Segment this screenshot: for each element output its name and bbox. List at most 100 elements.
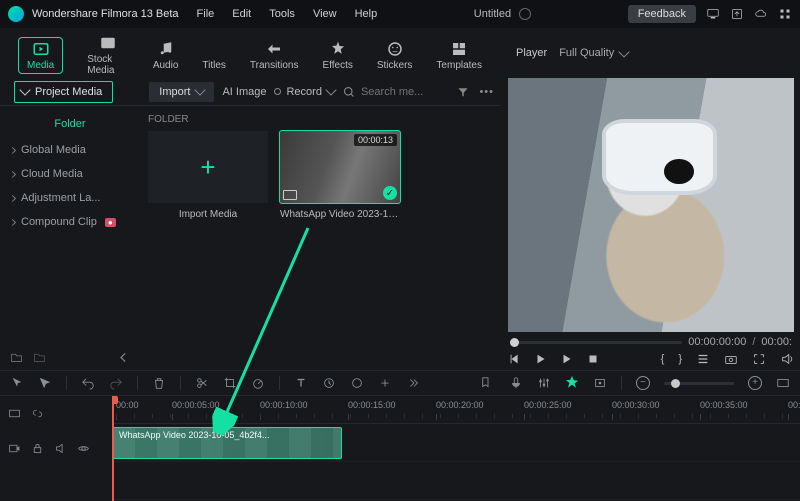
sidebar-item-adjustment-layer[interactable]: Adjustment La... [0,186,140,210]
delete-icon[interactable] [152,376,166,390]
tab-audio[interactable]: Audio [153,40,179,71]
crop-icon[interactable] [223,376,237,390]
player-total-timecode: 00:00: [761,336,792,348]
tab-stickers[interactable]: Stickers [377,40,413,71]
zoom-out-button[interactable]: − [636,376,650,390]
import-media-caption: Import Media [148,203,268,220]
adjust-icon[interactable] [378,376,392,390]
text-tool-icon[interactable] [294,376,308,390]
search-input[interactable] [361,86,431,98]
stop-icon[interactable] [586,352,600,366]
menu-tools[interactable]: Tools [269,8,295,20]
player-progress-slider[interactable] [510,341,682,344]
video-track-1[interactable]: WhatsApp Video 2023-10-05_4b2f4... [112,424,800,462]
import-label: Import [159,86,190,98]
prev-frame-icon[interactable] [508,352,522,366]
play-icon[interactable] [560,352,574,366]
tab-stickers-label: Stickers [377,60,413,71]
marker-icon[interactable] [481,376,495,390]
project-media-dropdown[interactable]: Project Media [14,81,113,103]
mixer-icon[interactable] [537,376,551,390]
redo-icon[interactable] [109,376,123,390]
undo-icon[interactable] [81,376,95,390]
rename-icon[interactable] [519,8,531,20]
record-button[interactable]: Record [274,86,334,98]
document-title: Untitled [474,8,511,20]
sidebar-item-global-media[interactable]: Global Media [0,138,140,162]
mark-in-icon[interactable]: { [661,353,665,365]
ai-tools-icon[interactable] [565,375,579,389]
list-icon[interactable] [696,352,710,366]
timeline-clip[interactable]: WhatsApp Video 2023-10-05_4b2f4... [112,427,342,459]
chevron-down-icon [325,84,336,95]
menu-view[interactable]: View [313,8,337,20]
tab-effects[interactable]: Effects [322,40,352,71]
player-quality-select[interactable]: Full Quality [559,47,628,59]
cloud-icon[interactable] [754,8,768,20]
chevron-down-icon [619,46,630,57]
ai-image-button[interactable]: AI Image [222,86,266,98]
fullscreen-icon[interactable] [752,352,766,366]
more-tools-icon[interactable] [406,376,420,390]
sidebar-item-compound-clip[interactable]: Compound Clip● [0,210,140,234]
record-icon [274,88,281,95]
mute-icon[interactable] [54,442,67,455]
tab-media[interactable]: Media [18,37,63,74]
import-media-tile[interactable]: + [148,131,268,203]
import-button[interactable]: Import [149,82,214,102]
menu-file[interactable]: File [197,8,215,20]
playhead[interactable] [112,396,114,501]
monitor-icon[interactable] [706,8,720,20]
tab-transitions[interactable]: Transitions [250,40,299,71]
more-icon[interactable]: ••• [479,86,494,98]
track-link-icon[interactable] [31,407,44,420]
save-cloud-icon[interactable] [730,8,744,20]
sidebar-item-label: Cloud Media [21,168,83,180]
render-icon[interactable] [593,376,607,390]
filter-icon[interactable] [457,86,469,98]
search-icon [343,86,355,98]
split-icon[interactable] [195,376,209,390]
speed-icon[interactable] [251,376,265,390]
chevron-right-icon [9,194,16,201]
zoom-in-button[interactable]: + [748,376,762,390]
pointer-tool-icon[interactable] [10,376,24,390]
apps-grid-icon[interactable] [778,8,792,20]
mark-out-icon[interactable]: } [678,353,682,365]
menubar: File Edit Tools View Help [197,8,378,20]
keyframe-icon[interactable] [322,376,336,390]
tab-titles[interactable]: Titles [202,40,226,71]
folder-icon[interactable] [33,351,46,364]
app-title: Wondershare Filmora 13 Beta [32,8,179,20]
color-icon[interactable] [350,376,364,390]
feedback-button[interactable]: Feedback [628,5,696,23]
tab-templates[interactable]: Templates [436,40,482,71]
clip-resolution-icon [283,190,297,200]
tab-stock-media[interactable]: Stock Media [87,34,129,76]
media-clip-tile[interactable]: 00:00:13 ✓ [280,131,400,203]
select-tool-icon[interactable] [38,376,52,390]
zoom-slider[interactable] [664,382,734,385]
ruler-tick: 00:00:10:00 [260,400,308,410]
visibility-icon[interactable] [77,442,90,455]
video-track-icon[interactable] [8,442,21,455]
preview-viewer[interactable] [508,78,794,332]
sidebar-item-label: Compound Clip [21,216,97,228]
mic-icon[interactable] [509,376,523,390]
ruler-tick: 00:00:40:00 [788,400,800,410]
audio-track-1[interactable] [112,462,800,500]
new-folder-icon[interactable] [10,351,23,364]
timeline-ruler[interactable]: 00:00 00:00:05:00 00:00:10:00 00:00:15:0… [112,396,800,424]
snapshot-icon[interactable] [724,352,738,366]
volume-icon[interactable] [780,352,794,366]
track-add-icon[interactable] [8,407,21,420]
ruler-tick: 00:00:15:00 [348,400,396,410]
collapse-panel-icon[interactable] [117,351,130,364]
grid-section-header: FOLDER [148,112,500,131]
zoom-fit-icon[interactable] [776,376,790,390]
play-back-icon[interactable] [534,352,548,366]
menu-edit[interactable]: Edit [232,8,251,20]
menu-help[interactable]: Help [355,8,378,20]
sidebar-item-cloud-media[interactable]: Cloud Media [0,162,140,186]
lock-icon[interactable] [31,442,44,455]
